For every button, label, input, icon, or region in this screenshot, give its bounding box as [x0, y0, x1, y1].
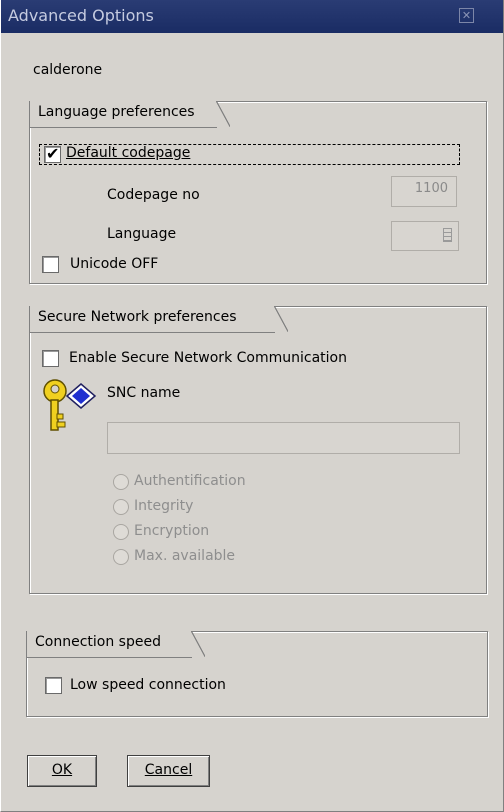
language-combobox[interactable] — [391, 221, 459, 251]
low-speed-label: Low speed connection — [70, 677, 226, 693]
ok-button[interactable]: OK — [27, 755, 97, 787]
radio-authentification-label: Authentification — [134, 473, 246, 489]
enable-snc-checkbox[interactable] — [42, 350, 59, 367]
language-preferences-title: Language preferences — [29, 101, 230, 128]
low-speed-checkbox[interactable] — [45, 677, 62, 694]
codepage-no-field[interactable]: 1100 — [391, 176, 457, 207]
radio-max-available-label: Max. available — [134, 548, 236, 564]
codepage-no-label: Codepage no — [107, 187, 200, 203]
user-name: calderone — [33, 62, 103, 78]
connection-speed-title: Connection speed — [26, 631, 205, 658]
ok-button-label: OK — [51, 762, 73, 778]
radio-authentification[interactable] — [113, 474, 129, 490]
secure-network-title: Secure Network preferences — [29, 306, 288, 333]
connection-speed-group: Connection speed — [26, 631, 488, 717]
unicode-off-label: Unicode OFF — [70, 256, 159, 272]
language-label: Language — [107, 226, 177, 242]
checkmark-icon: ✔ — [46, 144, 60, 163]
title-bar[interactable]: Advanced Options ✕ — [1, 0, 503, 33]
enable-snc-label: Enable Secure Network Communication — [69, 350, 347, 366]
close-icon[interactable]: ✕ — [459, 8, 474, 23]
unicode-off-checkbox[interactable] — [42, 256, 59, 273]
default-codepage-checkbox[interactable]: ✔ — [44, 144, 61, 163]
radio-encryption[interactable] — [113, 524, 129, 540]
snc-name-label: SNC name — [107, 385, 181, 401]
radio-integrity-label: Integrity — [134, 498, 194, 514]
snc-name-field[interactable] — [107, 422, 460, 454]
default-codepage-label: Default codepage — [66, 145, 191, 161]
dropdown-icon — [443, 228, 452, 242]
cancel-button[interactable]: Cancel — [127, 755, 210, 787]
cancel-button-label: Cancel — [144, 762, 193, 778]
key-certificate-icon — [43, 379, 97, 431]
window-title: Advanced Options — [8, 6, 154, 25]
radio-integrity[interactable] — [113, 499, 129, 515]
radio-max-available[interactable] — [113, 549, 129, 565]
advanced-options-dialog: Advanced Options ✕ calderone Language pr… — [0, 0, 504, 812]
radio-encryption-label: Encryption — [134, 523, 210, 539]
